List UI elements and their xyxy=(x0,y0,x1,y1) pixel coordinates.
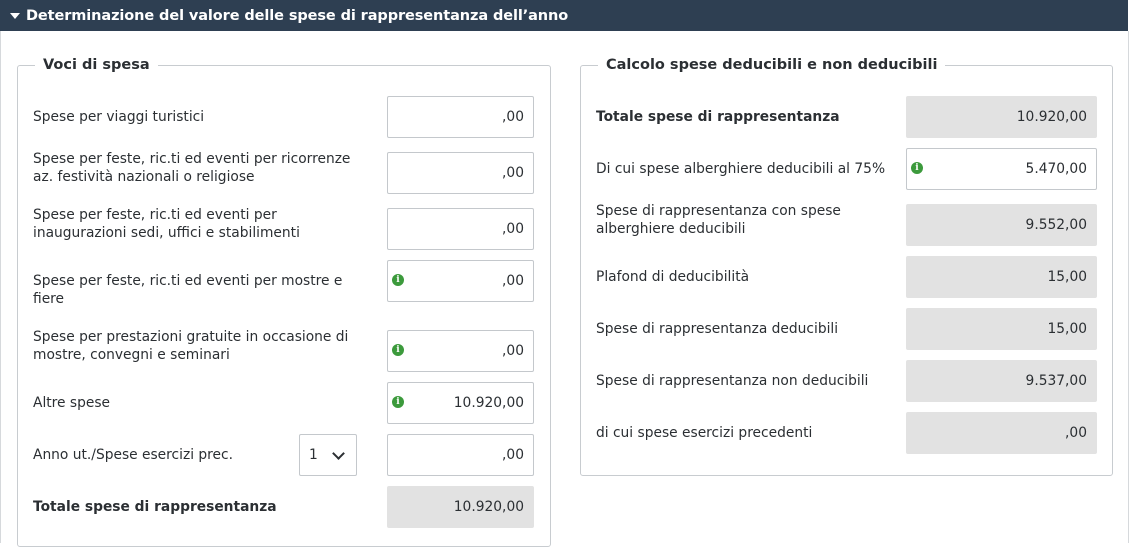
label-prestazioni-gratuite: Spese per prestazioni gratuite in occasi… xyxy=(33,329,349,363)
section-body: Voci di spesa Spese per viaggi turistici… xyxy=(0,31,1129,547)
totale-right-value: 10.920,00 xyxy=(906,96,1097,138)
label-esercizi-precedenti: di cui spese esercizi precedenti xyxy=(596,425,813,441)
info-icon[interactable]: i xyxy=(392,344,404,356)
label-deducibili: Spese di rappresentanza deducibili xyxy=(596,321,839,337)
label-spese-con-alberghiere: Spese di rappresentanza con spese alberg… xyxy=(596,203,841,237)
caret-down-icon[interactable] xyxy=(10,12,20,19)
fieldset-legend: Voci di spesa xyxy=(35,56,158,74)
info-icon[interactable]: i xyxy=(392,274,404,286)
input-viaggi-turistici[interactable]: ,00 xyxy=(387,96,534,138)
label-altre-spese: Altre spese xyxy=(33,395,111,411)
input-feste-inaugurazioni[interactable]: ,00 xyxy=(387,208,534,250)
input-prestazioni-gratuite[interactable]: i ,00 xyxy=(387,330,534,372)
select-anno[interactable]: 1 xyxy=(299,434,357,476)
info-icon[interactable]: i xyxy=(911,162,923,174)
input-anno-spese-prec[interactable]: ,00 xyxy=(387,434,534,476)
label-plafond: Plafond di deducibilità xyxy=(596,269,750,285)
label-feste-ricorrenze: Spese per feste, ric.ti ed eventi per ri… xyxy=(33,151,351,185)
fieldset-legend: Calcolo spese deducibili e non deducibil… xyxy=(598,56,946,74)
label-totale-left: Totale spese di rappresentanza xyxy=(33,499,277,515)
label-feste-inaugurazioni: Spese per feste, ric.ti ed eventi per in… xyxy=(33,207,300,241)
deducibili-value: 15,00 xyxy=(906,308,1097,350)
label-viaggi-turistici: Spese per viaggi turistici xyxy=(33,109,205,125)
esercizi-precedenti-value: ,00 xyxy=(906,412,1097,454)
totale-left-value: 10.920,00 xyxy=(387,486,534,528)
input-feste-ricorrenze[interactable]: ,00 xyxy=(387,152,534,194)
label-non-deducibili: Spese di rappresentanza non deducibili xyxy=(596,373,869,389)
input-feste-mostre-fiere[interactable]: i ,00 xyxy=(387,260,534,302)
spese-con-alberghiere-value: 9.552,00 xyxy=(906,204,1097,246)
info-icon[interactable]: i xyxy=(392,396,404,408)
input-spese-alberghiere[interactable]: i 5.470,00 xyxy=(906,148,1097,190)
plafond-value: 15,00 xyxy=(906,256,1097,298)
section-header[interactable]: Determinazione del valore delle spese di… xyxy=(0,0,1128,31)
label-spese-alberghiere: Di cui spese alberghiere deducibili al 7… xyxy=(596,161,886,177)
section-title: Determinazione del valore delle spese di… xyxy=(26,7,569,24)
voci-di-spesa-fieldset: Voci di spesa Spese per viaggi turistici… xyxy=(17,56,551,547)
chevron-down-icon[interactable] xyxy=(332,447,345,460)
non-deducibili-value: 9.537,00 xyxy=(906,360,1097,402)
label-totale-right: Totale spese di rappresentanza xyxy=(596,109,840,125)
input-altre-spese[interactable]: i 10.920,00 xyxy=(387,382,534,424)
label-anno-spese-prec: Anno ut./Spese esercizi prec. xyxy=(33,447,234,463)
label-feste-mostre-fiere: Spese per feste, ric.ti ed eventi per mo… xyxy=(33,273,343,307)
calcolo-spese-fieldset: Calcolo spese deducibili e non deducibil… xyxy=(580,56,1113,476)
